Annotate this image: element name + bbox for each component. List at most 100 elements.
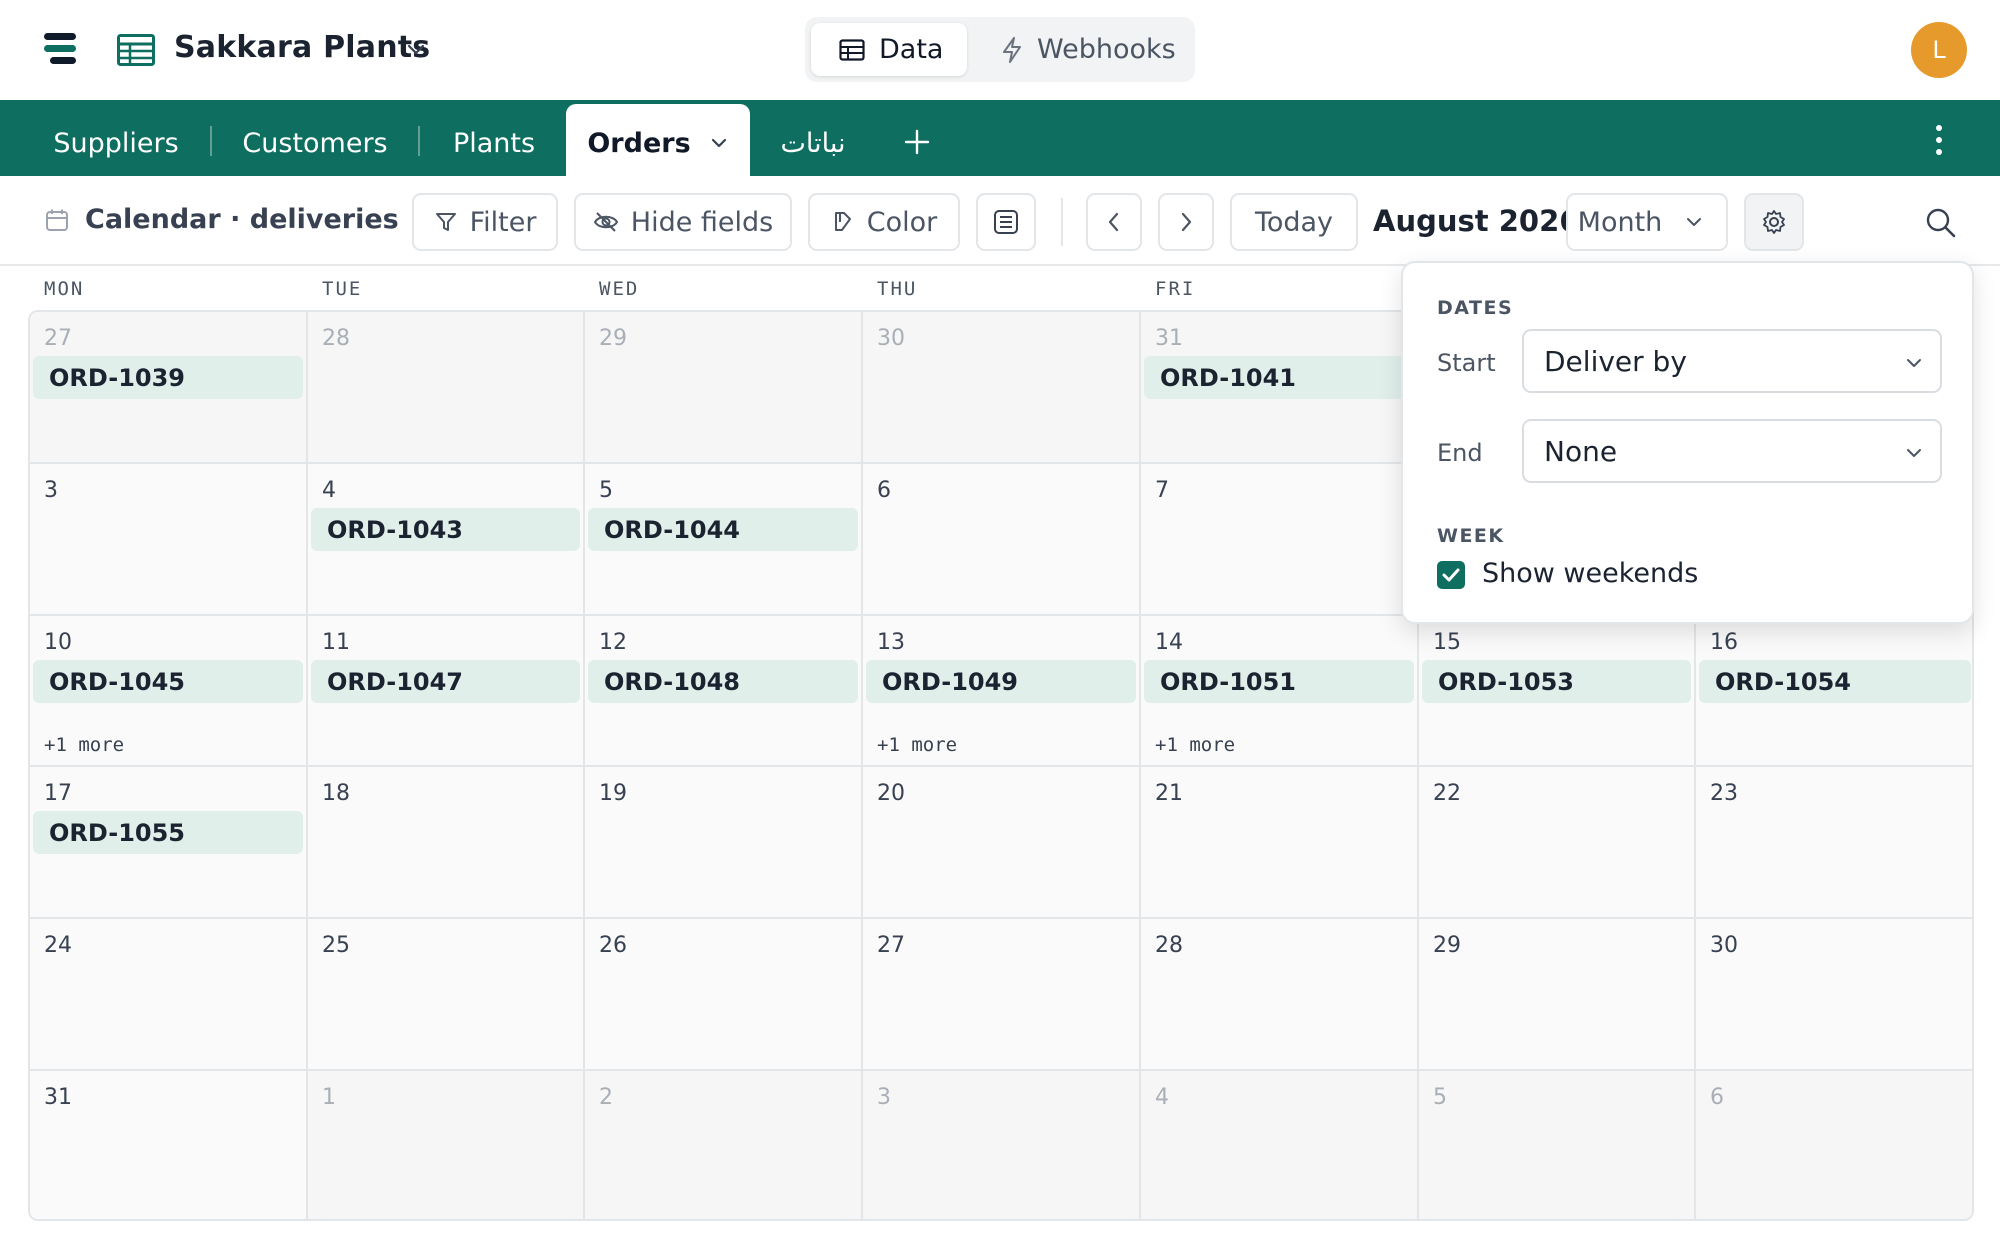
tab-plants[interactable]: Plants (436, 100, 552, 176)
event-chip[interactable]: ORD-1047 (311, 660, 580, 703)
start-field-value: Deliver by (1544, 344, 1687, 378)
day-cell[interactable]: 20 (863, 767, 1141, 919)
event-chip[interactable]: ORD-1051 (1144, 660, 1414, 703)
day-cell[interactable]: 5 (1419, 1071, 1696, 1219)
day-number: 4 (1155, 1085, 1169, 1110)
day-cell[interactable]: 17 ORD-1055 (30, 767, 308, 919)
search-icon[interactable] (1924, 206, 1958, 240)
day-cell[interactable]: 27 (863, 919, 1141, 1071)
day-cell[interactable]: 4 (1141, 1071, 1419, 1219)
range-select[interactable]: Month (1566, 193, 1728, 251)
day-cell[interactable]: 10 ORD-1045 +1 more (30, 616, 308, 767)
tab-arabic-plants[interactable]: نباتات (760, 100, 866, 176)
tab-customers[interactable]: Customers (230, 100, 400, 176)
more-events-link[interactable]: +1 more (877, 734, 957, 756)
day-number: 6 (877, 478, 891, 503)
gear-icon (1763, 210, 1785, 234)
event-chip[interactable]: ORD-1043 (311, 508, 580, 551)
event-chip[interactable]: ORD-1044 (588, 508, 858, 551)
checkmark-icon (1442, 568, 1460, 582)
day-cell[interactable]: 22 (1419, 767, 1696, 919)
day-cell[interactable]: 31 (30, 1071, 308, 1219)
end-field-select[interactable]: None (1522, 419, 1942, 483)
calendar-settings-button[interactable] (1744, 193, 1804, 251)
day-cell[interactable]: 11 ORD-1047 (308, 616, 585, 767)
day-number: 19 (599, 781, 627, 806)
day-cell[interactable]: 2 (585, 1071, 863, 1219)
tab-orders[interactable]: Orders (566, 104, 750, 176)
end-field-value: None (1544, 434, 1618, 468)
day-cell[interactable]: 24 (30, 919, 308, 1071)
day-number: 5 (599, 478, 613, 503)
event-chip[interactable]: ORD-1055 (33, 811, 303, 854)
day-cell[interactable]: 29 (585, 312, 863, 464)
day-number: 7 (1155, 478, 1169, 503)
more-options-icon[interactable] (1928, 122, 1950, 158)
day-number: 4 (322, 478, 336, 503)
hide-fields-button[interactable]: Hide fields (574, 193, 792, 251)
today-button[interactable]: Today (1230, 193, 1358, 251)
day-cell[interactable]: 12 ORD-1048 (585, 616, 863, 767)
day-cell[interactable]: 25 (308, 919, 585, 1071)
row-height-button[interactable] (976, 193, 1036, 251)
show-weekends-label[interactable]: Show weekends (1482, 558, 1698, 589)
more-events-link[interactable]: +1 more (1155, 734, 1235, 756)
day-cell[interactable]: 13 ORD-1049 +1 more (863, 616, 1141, 767)
event-chip[interactable]: ORD-1049 (866, 660, 1136, 703)
day-cell[interactable]: 19 (585, 767, 863, 919)
day-cell[interactable]: 16 ORD-1054 (1696, 616, 1972, 767)
color-button[interactable]: Color (808, 193, 960, 251)
previous-month-button[interactable] (1086, 193, 1142, 251)
day-cell[interactable]: 6 (1696, 1071, 1972, 1219)
weekday-label: THU (877, 278, 918, 300)
day-cell[interactable]: 4 ORD-1043 (308, 464, 585, 616)
next-month-button[interactable] (1158, 193, 1214, 251)
day-cell[interactable]: 31 ORD-1041 (1141, 312, 1419, 464)
day-cell[interactable]: 26 (585, 919, 863, 1071)
chevron-down-icon (1907, 359, 1921, 367)
day-cell[interactable]: 21 (1141, 767, 1419, 919)
week-heading: WEEK (1437, 525, 1505, 547)
user-avatar[interactable]: L (1911, 22, 1967, 78)
tab-suppliers[interactable]: Suppliers (40, 100, 192, 176)
filter-icon (435, 213, 456, 231)
day-cell[interactable]: 1 (308, 1071, 585, 1219)
event-chip[interactable]: ORD-1048 (588, 660, 858, 703)
start-field-select[interactable]: Deliver by (1522, 329, 1942, 393)
base-name[interactable]: Sakkara Plants (174, 30, 430, 65)
view-switcher[interactable]: Calendar · deliveries (45, 204, 449, 235)
day-cell[interactable]: 15 ORD-1053 (1419, 616, 1696, 767)
event-chip[interactable]: ORD-1041 (1144, 356, 1414, 399)
show-weekends-checkbox[interactable] (1437, 561, 1465, 589)
event-chip[interactable]: ORD-1054 (1699, 660, 1971, 703)
day-cell[interactable]: 5 ORD-1044 (585, 464, 863, 616)
day-cell[interactable]: 29 (1419, 919, 1696, 1071)
day-cell[interactable]: 30 (1696, 919, 1972, 1071)
day-cell[interactable]: 27 ORD-1039 (30, 312, 308, 464)
day-number: 27 (44, 326, 72, 351)
day-number: 26 (599, 933, 627, 958)
day-cell[interactable]: 23 (1696, 767, 1972, 919)
day-cell[interactable]: 28 (1141, 919, 1419, 1071)
event-chip[interactable]: ORD-1039 (33, 356, 303, 399)
more-events-link[interactable]: +1 more (44, 734, 124, 756)
event-chip[interactable]: ORD-1053 (1422, 660, 1691, 703)
data-mode-button[interactable]: Data (811, 23, 967, 76)
day-cell[interactable]: 6 (863, 464, 1141, 616)
event-chip[interactable]: ORD-1045 (33, 660, 303, 703)
day-number: 29 (599, 326, 627, 351)
day-cell[interactable]: 3 (30, 464, 308, 616)
add-table-plus-icon[interactable] (902, 127, 932, 157)
app-logo-icon[interactable] (44, 33, 76, 65)
day-cell[interactable]: 14 ORD-1051 +1 more (1141, 616, 1419, 767)
day-cell[interactable]: 28 (308, 312, 585, 464)
base-dropdown-chevron-icon[interactable] (405, 38, 427, 60)
filter-button[interactable]: Filter (412, 193, 558, 251)
day-cell[interactable]: 3 (863, 1071, 1141, 1219)
day-number: 2 (599, 1085, 613, 1110)
webhooks-mode-button[interactable]: Webhooks (975, 23, 1187, 76)
day-cell[interactable]: 30 (863, 312, 1141, 464)
tab-dropdown-chevron-icon[interactable] (709, 133, 729, 153)
day-cell[interactable]: 18 (308, 767, 585, 919)
day-cell[interactable]: 7 (1141, 464, 1419, 616)
